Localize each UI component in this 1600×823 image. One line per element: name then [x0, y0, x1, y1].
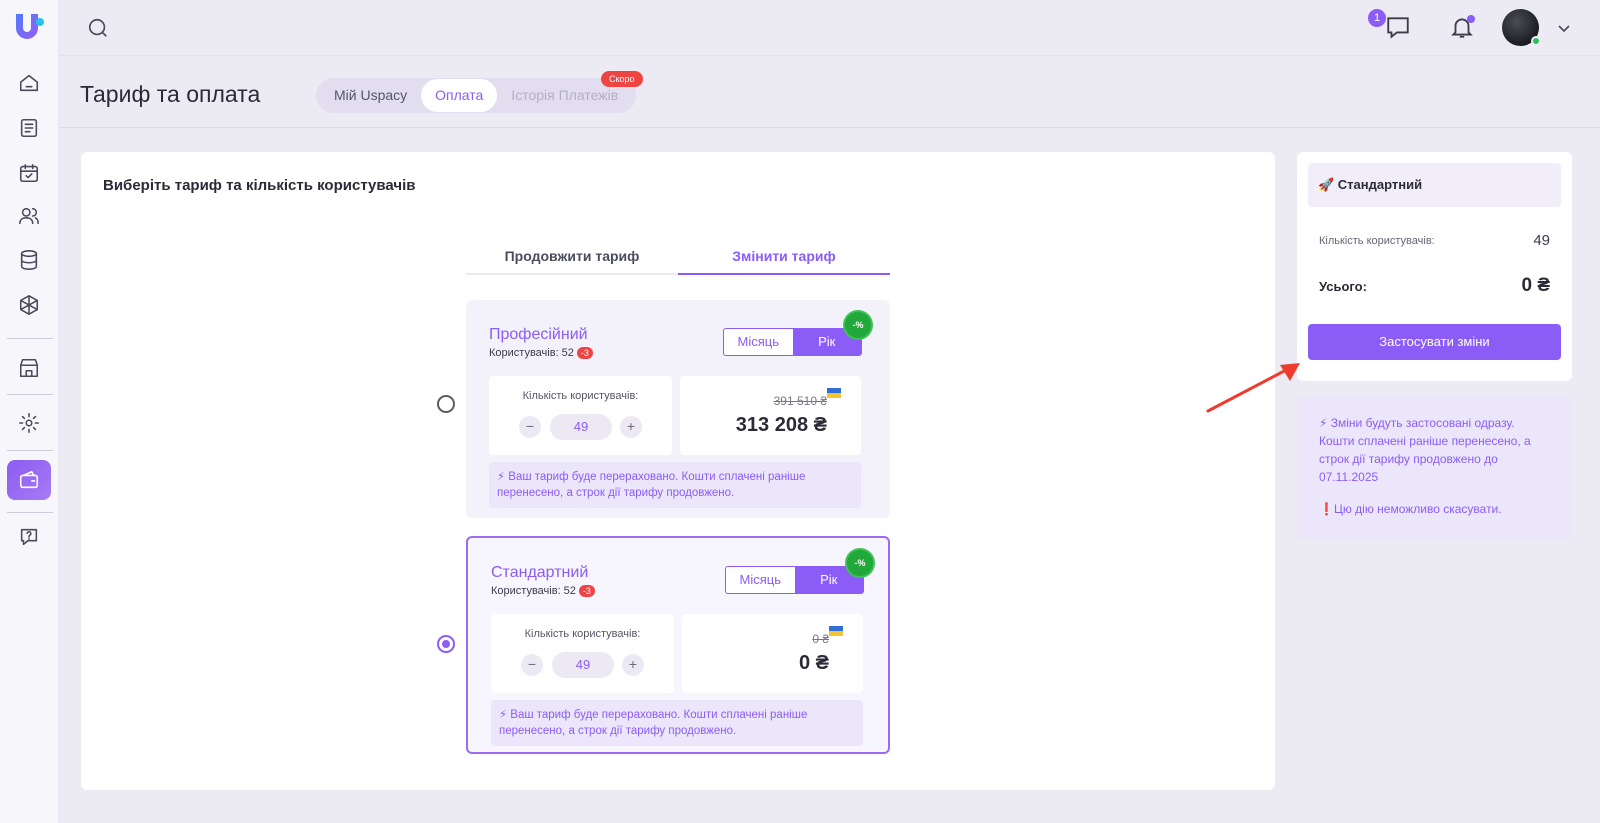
nav-divider [7, 394, 53, 395]
price-box: 391 510 ₴ 313 208 ₴ [680, 376, 861, 455]
quantity-label: Кількість користувачів: [524, 628, 641, 640]
summary-total-label: Усього: [1319, 279, 1367, 294]
page-header: Тариф та оплата Мій Uspacy Оплата Історі… [59, 56, 1600, 128]
plan-name: Професійний [489, 326, 588, 343]
summary-users-value: 49 [1533, 232, 1550, 249]
store-icon[interactable] [17, 356, 41, 380]
segment-change-plan[interactable]: Змінити тариф [678, 237, 890, 275]
chat-count-badge: 1 [1368, 9, 1386, 27]
online-status-dot [1531, 36, 1541, 46]
info-warning: ❗Цю дію неможливо скасувати. [1319, 502, 1502, 516]
quantity-label: Кількість користувачів: [522, 390, 639, 402]
period-month-button[interactable]: Місяць [724, 329, 793, 355]
users-delta-badge: -3 [576, 347, 593, 359]
plan-card-professional[interactable]: Професійний Користувачів: 52 -3 Місяць Рі… [466, 300, 890, 518]
quantity-input[interactable]: 49 [552, 652, 614, 678]
price-box: 0 ₴ 0 ₴ [682, 614, 863, 693]
topbar: 1 [59, 0, 1600, 56]
uspacy-logo[interactable] [13, 10, 47, 44]
order-summary-card: 🚀 Стандартний Кількість користувачів: 49… [1297, 152, 1572, 381]
plan-users-label: Користувачів: 52 [491, 585, 576, 597]
quantity-input[interactable]: 49 [550, 414, 612, 440]
price-old: 0 ₴ [812, 632, 829, 646]
help-question-icon[interactable] [17, 525, 41, 549]
home-icon[interactable] [17, 71, 41, 95]
settings-gear-icon[interactable] [17, 411, 41, 435]
discount-badge: -% [845, 312, 871, 338]
decrement-button[interactable]: − [519, 416, 541, 438]
plan-selection-card: Виберіть тариф та кількість користувачів… [81, 152, 1275, 790]
info-card: ⚡ Зміни будуть застосовані одразу. Кошти… [1297, 396, 1572, 540]
tabs: Мій Uspacy Оплата Історія Платежів [316, 78, 636, 113]
summary-total-value: 0 ₴ [1521, 275, 1550, 296]
users-icon[interactable] [17, 204, 41, 228]
ukraine-flag-icon [827, 388, 841, 398]
discount-badge: -% [847, 550, 873, 576]
price-new: 313 208 ₴ [735, 414, 827, 436]
apps-cube-icon[interactable] [17, 293, 41, 317]
nav-divider [7, 338, 53, 339]
chat-icon[interactable] [1385, 14, 1411, 40]
segment-extend-plan[interactable]: Продовжити тариф [466, 237, 678, 275]
chevron-down-icon[interactable] [1556, 20, 1572, 36]
section-heading: Виберіть тариф та кількість користувачів [103, 177, 416, 194]
plan-users: Користувачів: 52 -3 [489, 347, 593, 359]
nav-divider [7, 512, 53, 513]
notification-dot [1467, 15, 1475, 23]
plan-radio-standard[interactable] [437, 635, 455, 653]
plan-radio-professional[interactable] [437, 395, 455, 413]
apply-changes-button[interactable]: Застосувати зміни [1308, 324, 1561, 360]
increment-button[interactable]: + [622, 654, 644, 676]
period-toggle: Місяць Рік [725, 566, 864, 594]
search-icon[interactable] [87, 17, 109, 39]
tab-payment[interactable]: Оплата [421, 79, 498, 112]
price-old: 391 510 ₴ [773, 394, 827, 408]
users-delta-badge: -3 [578, 585, 595, 597]
quantity-box: Кількість користувачів: − 49 + [489, 376, 672, 455]
price-new: 0 ₴ [798, 652, 829, 674]
summary-users-label: Кількість користувачів: [1319, 235, 1435, 247]
ukraine-flag-icon [829, 626, 843, 636]
database-icon[interactable] [17, 248, 41, 272]
plan-note: ⚡ Ваш тариф буде перераховано. Кошти спл… [491, 700, 863, 746]
period-month-button[interactable]: Місяць [726, 567, 795, 593]
soon-badge: Скоро [601, 71, 643, 87]
sidebar [0, 0, 59, 823]
wallet-icon[interactable] [7, 460, 51, 500]
newspaper-icon[interactable] [17, 116, 41, 140]
quantity-box: Кількість користувачів: − 49 + [491, 614, 674, 693]
decrement-button[interactable]: − [521, 654, 543, 676]
tab-my-uspacy[interactable]: Мій Uspacy [320, 79, 421, 112]
info-text: ⚡ Зміни будуть застосовані одразу. Кошти… [1319, 416, 1531, 484]
plan-name: Стандартний [491, 564, 589, 581]
red-arrow-annotation [1206, 363, 1300, 413]
period-toggle: Місяць Рік [723, 328, 862, 356]
plan-users-label: Користувачів: 52 [489, 347, 574, 359]
increment-button[interactable]: + [620, 416, 642, 438]
calendar-icon[interactable] [17, 161, 41, 185]
plan-users: Користувачів: 52 -3 [491, 585, 595, 597]
page-title: Тариф та оплата [80, 81, 261, 107]
plan-note: ⚡ Ваш тариф буде перераховано. Кошти спл… [489, 462, 861, 508]
plan-card-standard[interactable]: Стандартний Користувачів: 52 -3 Місяць Рі… [466, 536, 890, 754]
nav-divider [7, 450, 53, 451]
summary-plan-name: 🚀 Стандартний [1308, 163, 1561, 207]
